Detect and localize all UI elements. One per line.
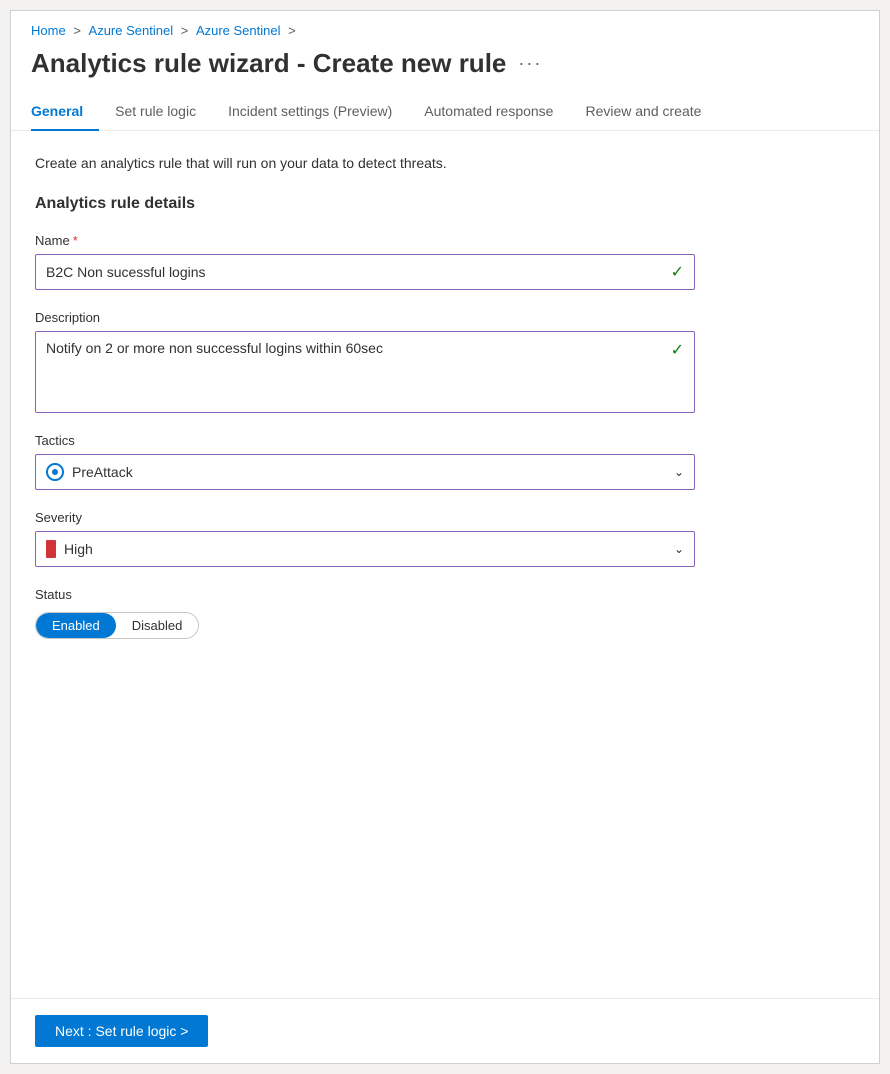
page-title-area: Analytics rule wizard - Create new rule … [11, 44, 879, 93]
breadcrumb-sentinel1[interactable]: Azure Sentinel [89, 23, 174, 38]
severity-select[interactable]: High ⌄ [35, 531, 695, 567]
severity-field-group: Severity High ⌄ [35, 510, 855, 567]
page-title: Analytics rule wizard - Create new rule [31, 48, 506, 79]
breadcrumb: Home > Azure Sentinel > Azure Sentinel > [11, 11, 879, 44]
status-enabled-button[interactable]: Enabled [36, 613, 116, 638]
breadcrumb-home[interactable]: Home [31, 23, 66, 38]
tab-review-and-create[interactable]: Review and create [569, 93, 717, 131]
status-label: Status [35, 587, 855, 602]
status-field-group: Status Enabled Disabled [35, 587, 855, 639]
tab-incident-settings[interactable]: Incident settings (Preview) [212, 93, 408, 131]
breadcrumb-sentinel2[interactable]: Azure Sentinel [196, 23, 281, 38]
footer: Next : Set rule logic > [11, 998, 879, 1063]
tactics-label: Tactics [35, 433, 855, 448]
tab-set-rule-logic[interactable]: Set rule logic [99, 93, 212, 131]
tactics-icon [46, 463, 64, 481]
page-title-ellipsis[interactable]: ··· [518, 53, 542, 74]
tactics-chevron-icon: ⌄ [674, 465, 684, 479]
description-check-icon: ✓ [671, 340, 684, 360]
name-label: Name * [35, 233, 855, 248]
next-button[interactable]: Next : Set rule logic > [35, 1015, 208, 1047]
name-check-icon: ✓ [671, 262, 684, 282]
page-description: Create an analytics rule that will run o… [35, 155, 855, 171]
severity-chevron-icon: ⌄ [674, 542, 684, 556]
tab-automated-response[interactable]: Automated response [408, 93, 569, 131]
section-title: Analytics rule details [35, 195, 855, 213]
name-input[interactable] [46, 264, 671, 280]
required-indicator: * [73, 233, 78, 248]
tactics-select[interactable]: PreAttack ⌄ [35, 454, 695, 490]
content-area: Create an analytics rule that will run o… [11, 131, 879, 998]
description-textarea-wrapper: Notify on 2 or more non successful login… [35, 331, 695, 413]
severity-value: High [64, 541, 93, 557]
severity-icon [46, 540, 56, 558]
status-toggle-group: Enabled Disabled [35, 612, 199, 639]
severity-label: Severity [35, 510, 855, 525]
main-window: Home > Azure Sentinel > Azure Sentinel >… [10, 10, 880, 1064]
description-label: Description [35, 310, 855, 325]
name-input-wrapper: ✓ [35, 254, 695, 290]
name-field-group: Name * ✓ [35, 233, 855, 290]
tactics-value: PreAttack [72, 464, 133, 480]
description-field-group: Description Notify on 2 or more non succ… [35, 310, 855, 413]
tactics-field-group: Tactics PreAttack ⌄ [35, 433, 855, 490]
status-disabled-button[interactable]: Disabled [116, 613, 199, 638]
description-textarea[interactable]: Notify on 2 or more non successful login… [46, 340, 671, 404]
tab-bar: General Set rule logic Incident settings… [11, 93, 879, 131]
tab-general[interactable]: General [31, 93, 99, 131]
